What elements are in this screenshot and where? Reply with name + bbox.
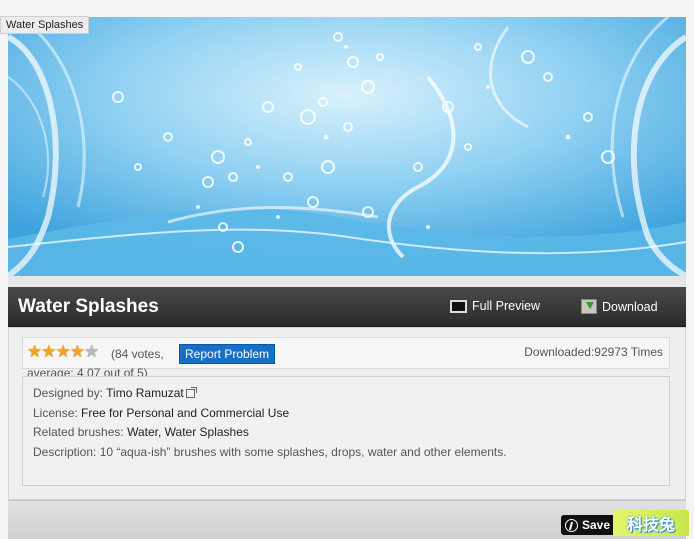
water-splash-artwork (8, 17, 686, 276)
related-label: Related brushes: (33, 425, 124, 439)
page-title: Water Splashes (18, 296, 159, 317)
watermark-text: 科技兔 (626, 515, 675, 534)
rating-row: ★★★★★ (84 votes, average: 4.07 out of 5)… (22, 337, 670, 380)
pinterest-icon (565, 518, 578, 532)
download-label: Download (602, 299, 658, 314)
image-tooltip: Water Splashes (0, 16, 90, 34)
watermark-logo: 科技兔 (613, 510, 689, 536)
details-box: Designed by: Timo Ramuzat License: Free … (22, 376, 670, 486)
external-link-icon[interactable] (185, 387, 197, 398)
download-icon (581, 299, 597, 314)
designer-link[interactable]: Timo Ramuzat (106, 386, 184, 400)
title-bar: Water Splashes Full Preview Download (8, 287, 686, 327)
license-label: License: (33, 405, 78, 420)
license-line: License: Free for Personal and Commercia… (33, 404, 659, 424)
related-line: Related brushes: Water, Water Splashes (33, 423, 659, 443)
designer-label: Designed by: (33, 386, 104, 400)
report-problem-button[interactable]: Report Problem (179, 344, 276, 364)
description-label: Description: (33, 444, 97, 459)
image-bottom-strip (8, 276, 686, 287)
designer-line: Designed by: Timo Ramuzat (33, 384, 659, 404)
preview-image[interactable] (8, 17, 686, 276)
full-preview-label: Full Preview (472, 299, 541, 313)
related-links[interactable]: Water, Water Splashes (127, 425, 249, 439)
monitor-icon (450, 299, 467, 313)
save-label: Save (582, 518, 611, 532)
full-preview-button[interactable]: Full Preview (450, 299, 540, 313)
pinterest-save-button[interactable]: Save (561, 515, 617, 535)
download-button[interactable]: Download (581, 299, 658, 314)
description-value: 10 “aqua-ish” brushes with some splashes… (99, 444, 507, 459)
description-line: Description: 10 “aqua-ish” brushes with … (33, 443, 659, 463)
info-panel: ★★★★★ (84 votes, average: 4.07 out of 5)… (8, 327, 686, 500)
license-value: Free for Personal and Commercial Use (81, 405, 290, 420)
download-count: Downloaded:92973 Times (524, 345, 663, 359)
